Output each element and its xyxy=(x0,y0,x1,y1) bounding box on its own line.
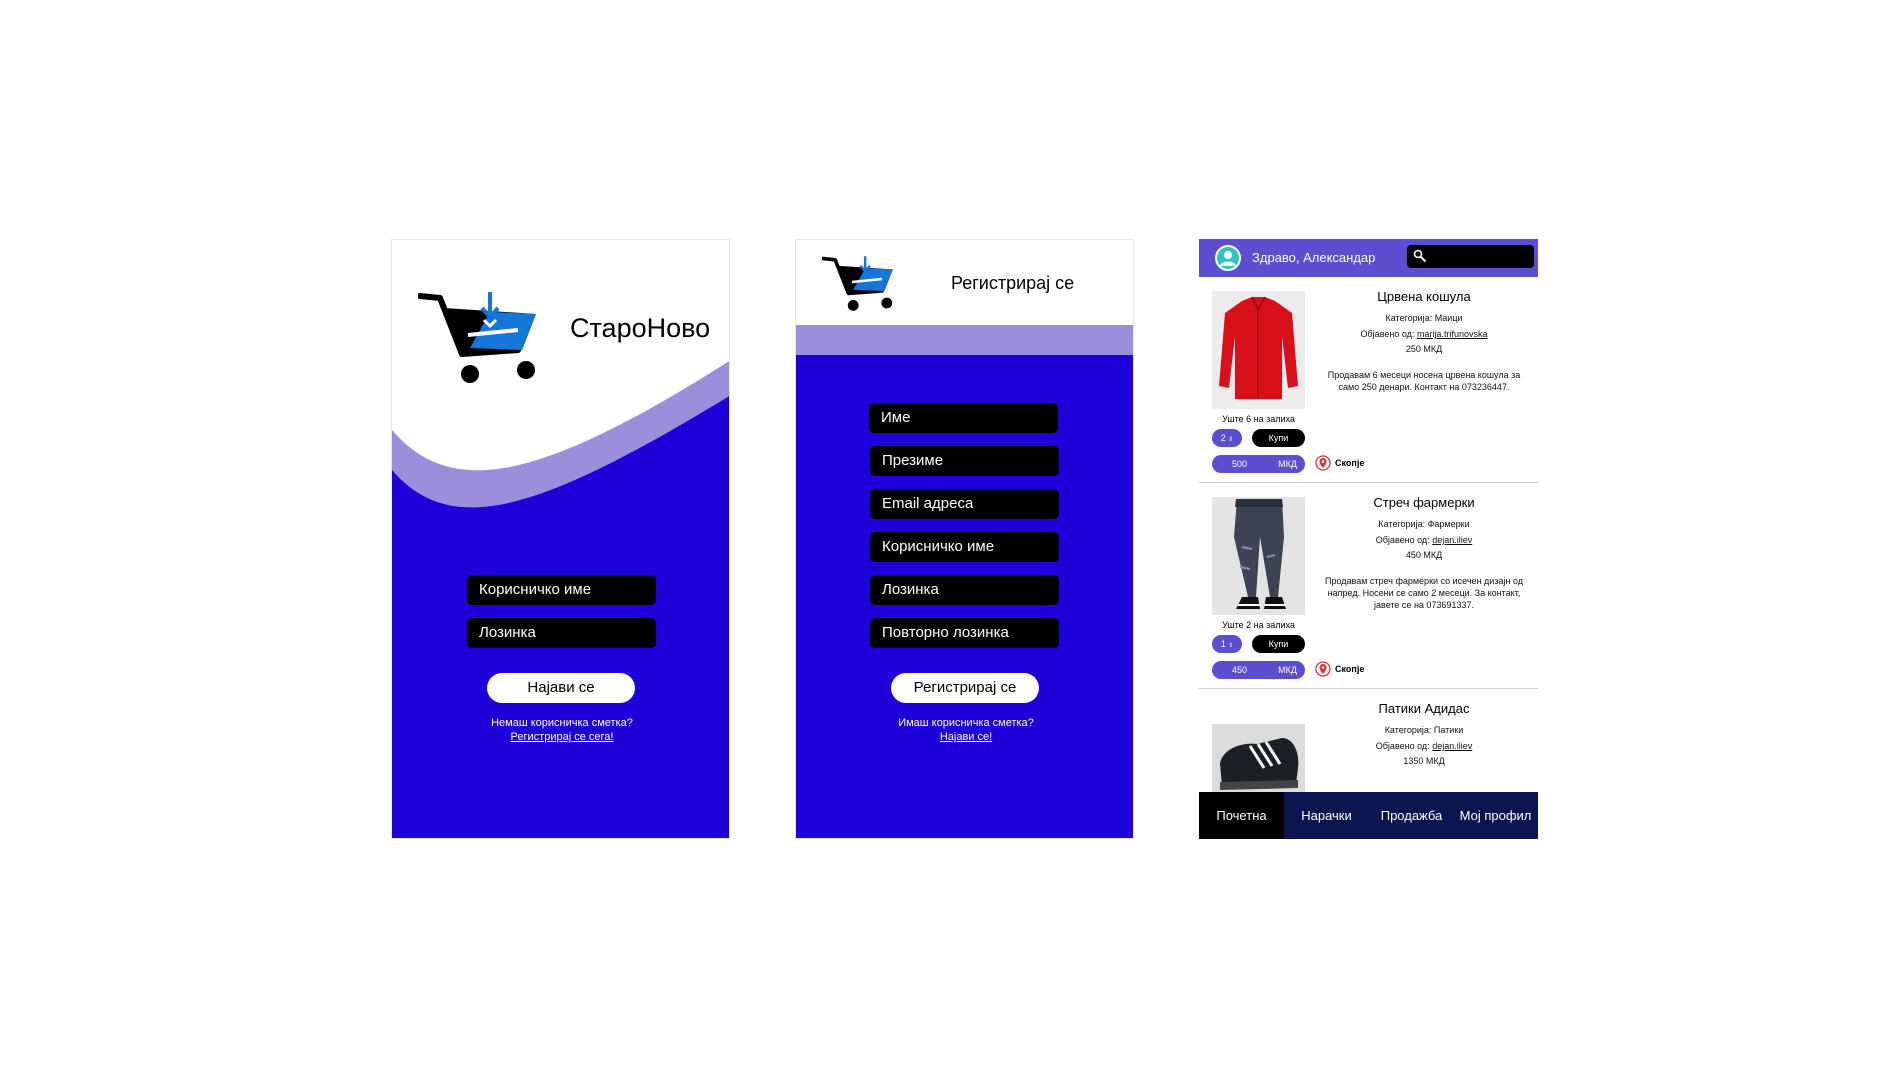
product-price: 450 МКД xyxy=(1405,550,1443,560)
avatar[interactable] xyxy=(1215,245,1241,271)
total-price: 500 МКД xyxy=(1212,455,1305,473)
username-input[interactable]: Корисничко име xyxy=(870,532,1059,562)
bottom-nav: Почетна Нарачки Продажба Мој профил xyxy=(1199,792,1538,839)
product-poster: Објавено од: marija.trifunovska xyxy=(1360,329,1488,339)
product-poster: Објавено од: dejan.iliev xyxy=(1375,535,1473,545)
location-pin-icon xyxy=(1315,455,1331,471)
login-screen: СтароНово Корисничко име Лозинка Најави … xyxy=(391,239,730,839)
nav-orders[interactable]: Нарачки xyxy=(1284,792,1369,839)
location-pin-icon xyxy=(1315,661,1331,677)
search-input[interactable] xyxy=(1407,245,1534,268)
home-screen: Здраво, Александар Црвена кошула Категор… xyxy=(1199,239,1538,839)
nav-sales[interactable]: Продажба xyxy=(1369,792,1454,839)
greeting: Здраво, Александар xyxy=(1252,250,1376,265)
password-input[interactable]: Лозинка xyxy=(467,618,656,648)
product-card[interactable]: Стреч фармерки Категорија: Фармерки Обја… xyxy=(1199,483,1538,689)
product-description: Продавам стреч фармерки со исечен дизајн… xyxy=(1325,576,1523,610)
stock-text: Уште 6 на залиха xyxy=(1222,414,1295,424)
have-account-text: Имаш корисничка сметка? xyxy=(898,717,1034,729)
product-price: 1350 МКД xyxy=(1403,756,1445,766)
product-title: Стреч фармерки xyxy=(1373,495,1475,510)
header-stripe xyxy=(796,325,1133,355)
cart-logo-icon xyxy=(418,292,536,383)
brand-name: СтароНово xyxy=(570,313,711,343)
product-title: Црвена кошула xyxy=(1377,289,1471,304)
email-input[interactable]: Email адреса xyxy=(870,489,1059,519)
stock-text: Уште 2 на залиха xyxy=(1222,620,1295,630)
register-prompt: Немаш корисничка сметка? Регистрирај се … xyxy=(462,716,662,744)
product-image xyxy=(1212,497,1305,615)
register-screen: Регистрирај се Име Презиме Email адреса … xyxy=(795,239,1134,839)
product-price: 250 МКД xyxy=(1405,344,1443,354)
stepper-arrows-icon[interactable]: ⇕ xyxy=(1228,643,1233,649)
login-link[interactable]: Најави се! xyxy=(866,730,1066,744)
user-icon xyxy=(1220,251,1236,266)
login-prompt: Имаш корисничка сметка? Најави се! xyxy=(866,716,1066,744)
product-poster: Објавено од: dejan.iliev xyxy=(1375,741,1473,751)
cart-logo-icon xyxy=(822,256,893,311)
register-link[interactable]: Регистрирај се сега! xyxy=(462,730,662,744)
buy-button[interactable]: Купи xyxy=(1252,429,1305,447)
password-input[interactable]: Лозинка xyxy=(870,575,1059,605)
nav-profile[interactable]: Мој профил xyxy=(1453,792,1538,839)
last-name-input[interactable]: Презиме xyxy=(870,446,1059,476)
product-image xyxy=(1212,291,1305,409)
product-description: Продавам 6 месеци носена црвена кошула з… xyxy=(1327,370,1521,392)
product-card[interactable]: Црвена кошула Категорија: Маици Објавено… xyxy=(1199,277,1538,483)
first-name-input[interactable]: Име xyxy=(869,403,1058,433)
product-image xyxy=(1212,724,1305,792)
product-category: Категорија: Маици xyxy=(1385,313,1463,323)
username-input[interactable]: Корисничко име xyxy=(467,575,656,605)
no-account-text: Немаш корисничка сметка? xyxy=(491,717,633,729)
quantity-stepper[interactable]: 1 ⇕ xyxy=(1212,635,1242,653)
stepper-arrows-icon[interactable]: ⇕ xyxy=(1228,437,1233,443)
nav-home[interactable]: Почетна xyxy=(1199,792,1284,839)
top-bar: Здраво, Александар xyxy=(1199,239,1538,277)
login-button[interactable]: Најави се xyxy=(487,673,635,703)
search-icon xyxy=(1413,249,1427,263)
product-category: Категорија: Фармерки xyxy=(1378,519,1470,529)
product-title: Патики Адидас xyxy=(1378,701,1470,716)
poster-link[interactable]: dejan.iliev xyxy=(1432,741,1472,751)
quantity-stepper[interactable]: 2 ⇕ xyxy=(1212,429,1242,447)
poster-link[interactable]: dejan.iliev xyxy=(1432,535,1472,545)
buy-button[interactable]: Купи xyxy=(1252,635,1305,653)
product-category: Категорија: Патики xyxy=(1384,725,1464,735)
poster-link[interactable]: marija.trifunovska xyxy=(1417,329,1488,339)
register-button[interactable]: Регистрирај се xyxy=(891,673,1039,703)
register-title: Регистрирај се xyxy=(951,273,1075,293)
repeat-password-input[interactable]: Повторно лозинка xyxy=(870,618,1059,648)
total-price: 450 МКД xyxy=(1212,661,1305,679)
